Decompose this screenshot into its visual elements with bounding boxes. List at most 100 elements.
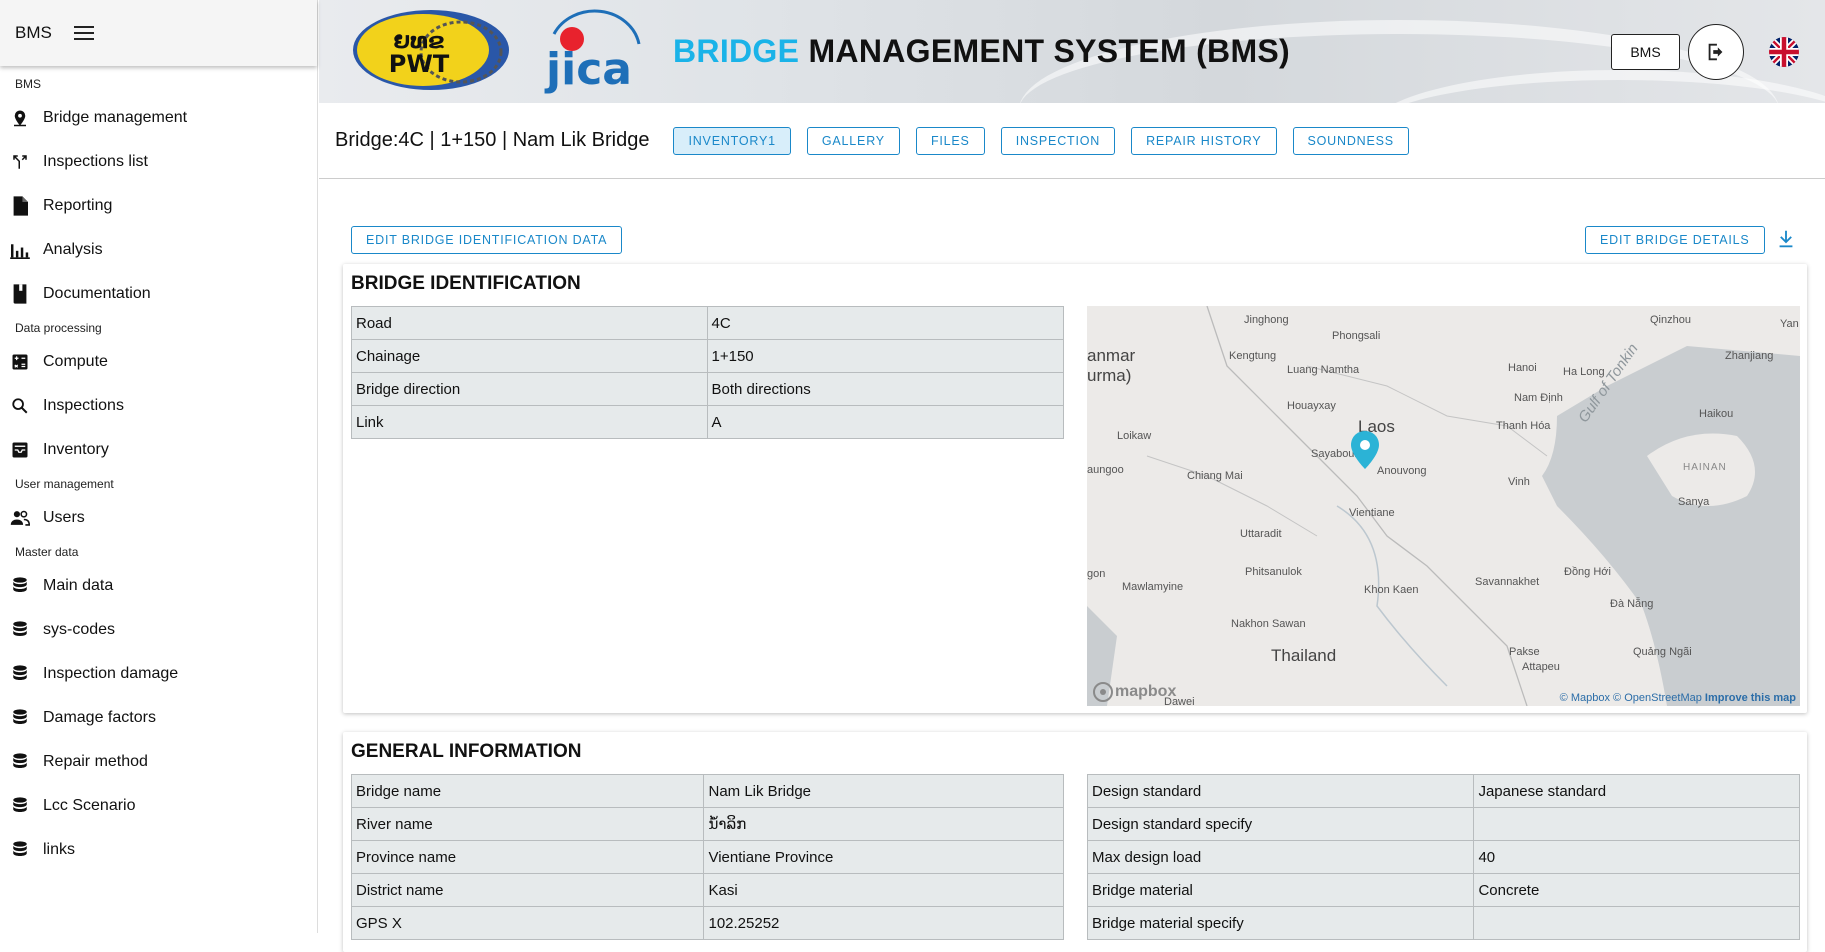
sidebar-item-sys-codes[interactable]: sys-codes (0, 608, 317, 652)
table-row: River name ນ້ຳລິກ (350, 807, 1064, 841)
document-icon (10, 196, 30, 216)
sidebar-item-repair-method[interactable]: Repair method (0, 740, 317, 784)
map-label-burma: urma) (1087, 366, 1132, 385)
sidebar-item-label: Inspections list (43, 153, 148, 170)
identification-title: BRIDGE IDENTIFICATION (351, 273, 581, 294)
svg-text:PWT: PWT (389, 50, 450, 78)
sidebar-item-label: Main data (43, 577, 114, 594)
sidebar-item-lcc-scenario[interactable]: Lcc Scenario (0, 784, 317, 828)
field-label: Max design load (1086, 840, 1475, 874)
sidebar-item-inventory[interactable]: Inventory (0, 428, 317, 472)
field-label: Bridge material specify (1086, 906, 1475, 940)
map-label-yan: Yan (1780, 318, 1799, 330)
map-marker-icon[interactable] (1350, 430, 1380, 470)
field-value: Nam Lik Bridge (703, 774, 1064, 808)
sidebar-item-damage-factors[interactable]: Damage factors (0, 696, 317, 740)
field-label: District name (350, 873, 705, 907)
map-label-khonkaen: Khon Kaen (1364, 584, 1419, 596)
mapbox-logo[interactable]: mapbox (1093, 682, 1176, 702)
general-left-table: Bridge name Nam Lik Bridge River name ນ້ຳລິ… (350, 774, 1064, 940)
sidebar-item-label: Repair method (43, 753, 148, 770)
bridge-location-map[interactable]: anmar urma) Laos Thailand Gulf of Tonkin… (1087, 306, 1800, 706)
sidebar-item-inspections[interactable]: Inspections (0, 384, 317, 428)
table-row: Link A (351, 405, 1064, 439)
tab-soundness[interactable]: SOUNDNESS (1292, 126, 1409, 155)
database-icon (10, 576, 30, 596)
mapbox-logo-icon (1093, 682, 1113, 702)
improve-map-link[interactable]: Improve this map (1705, 692, 1796, 704)
sidebar-item-users[interactable]: Users (0, 496, 317, 540)
map-label-donghoi: Đồng Hới (1564, 566, 1611, 578)
search-icon (10, 396, 30, 416)
tab-inspection[interactable]: INSPECTION (1000, 126, 1116, 155)
sidebar-item-reporting[interactable]: Reporting (0, 184, 317, 228)
sidebar-item-compute[interactable]: Compute (0, 340, 317, 384)
field-value (1473, 807, 1800, 841)
field-label: Province name (350, 840, 705, 874)
table-row: District name Kasi (350, 873, 1064, 907)
map-label-luangnamtha: Luang Namtha (1287, 364, 1360, 376)
sidebar-item-label: Reporting (43, 197, 113, 214)
field-label: GPS X (350, 906, 705, 940)
map-label-namdinh: Nam Định (1514, 392, 1563, 404)
map-pin-icon (10, 108, 30, 128)
map-label-agon: gon (1087, 568, 1106, 580)
bridge-tabs: INVENTORY1 GALLERY FILES INSPECTION REPAIR H… (673, 126, 1424, 155)
sidebar-item-analysis[interactable]: Analysis (0, 228, 317, 272)
sidebar-item-label: Bridge management (43, 109, 188, 126)
sidebar-nav: BMS Bridge management Inspections list Repo… (0, 66, 317, 872)
field-value (1473, 906, 1800, 940)
map-label-hainan: HAINAN (1683, 462, 1727, 473)
map-label-qinzhou: Qinzhou (1650, 314, 1691, 326)
general-right-table: Design standard Japanese standard Design s… (1086, 774, 1800, 940)
map-label-loikaw: Loikaw (1117, 430, 1152, 442)
identification-table: Road 4C Chainage 1+150 Bridge direction Both … (351, 306, 1064, 439)
field-label: Road (351, 306, 708, 340)
field-value: 40 (1473, 840, 1800, 874)
field-label: Bridge name (350, 774, 705, 808)
tab-files[interactable]: FILES (915, 126, 985, 155)
field-label: Link (351, 405, 708, 439)
edit-details-button[interactable]: EDIT BRIDGE DETAILS (1585, 226, 1765, 254)
map-attribution: © Mapbox © OpenStreetMap Improve this ma… (1560, 692, 1796, 704)
sidebar-item-bridge-management[interactable]: Bridge management (0, 96, 317, 140)
bar-chart-icon (10, 240, 30, 260)
sidebar-section-title: Data processing (15, 321, 102, 335)
bms-button[interactable]: BMS (1611, 34, 1680, 70)
field-value: Japanese standard (1473, 774, 1800, 808)
book-icon (10, 284, 30, 304)
map-label-houayxay: Houayxay (1287, 400, 1336, 412)
sidebar-item-documentation[interactable]: Documentation (0, 272, 317, 316)
database-icon (10, 620, 30, 640)
map-label-zhanjiang: Zhanjiang (1725, 350, 1774, 362)
field-label: Bridge material (1086, 873, 1475, 907)
sidebar-item-main-data[interactable]: Main data (0, 564, 317, 608)
field-value: ນ້ຳລິກ (703, 807, 1064, 841)
download-icon[interactable] (1775, 228, 1797, 250)
sidebar-item-label: Documentation (43, 285, 151, 302)
table-row: Design standard specify (1086, 807, 1800, 841)
map-label-phitsanulok: Phitsanulok (1245, 566, 1302, 578)
osm-attribution-link[interactable]: © OpenStreetMap (1613, 692, 1702, 704)
tab-repair-history[interactable]: REPAIR HISTORY (1131, 126, 1277, 155)
map-label-vinh: Vinh (1508, 476, 1530, 488)
sidebar-item-links[interactable]: links (0, 828, 317, 872)
field-label: Design standard (1086, 774, 1475, 808)
sidebar-item-label: Damage factors (43, 709, 156, 726)
table-row: Bridge material Concrete (1086, 873, 1800, 907)
field-value: 1+150 (706, 339, 1064, 373)
sidebar-item-label: Inspection damage (43, 665, 179, 682)
tab-gallery[interactable]: GALLERY (806, 126, 900, 155)
sidebar-item-inspections-list[interactable]: Inspections list (0, 140, 317, 184)
sidebar-item-inspection-damage[interactable]: Inspection damage (0, 652, 317, 696)
svg-text:jica: jica (544, 44, 632, 94)
language-flag-uk-icon[interactable] (1769, 37, 1799, 67)
logout-button[interactable] (1688, 24, 1744, 80)
mapbox-attribution-link[interactable]: © Mapbox (1560, 692, 1610, 704)
map-label-phongsali: Phongsali (1332, 330, 1381, 342)
edit-identification-button[interactable]: EDIT BRIDGE IDENTIFICATION DATA (351, 226, 623, 254)
map-label-savannakhet: Savannakhet (1475, 576, 1540, 588)
menu-icon[interactable] (73, 26, 94, 40)
sidebar-section-title: BMS (15, 77, 42, 91)
tab-inventory1[interactable]: INVENTORY1 (673, 126, 791, 155)
